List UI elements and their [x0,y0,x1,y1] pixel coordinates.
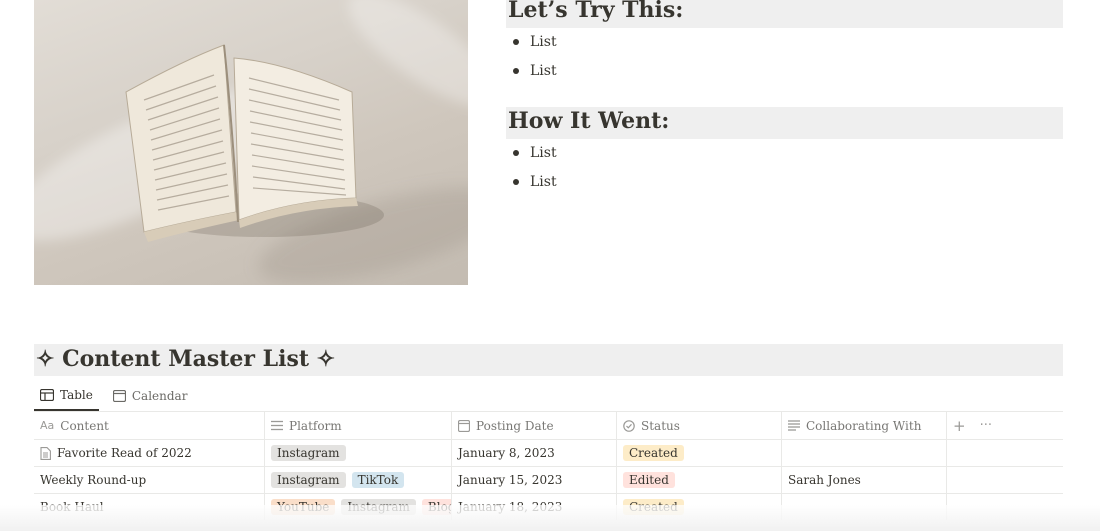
database-table: Aa Content Platform Posting Date Status [34,411,1063,520]
column-header-content[interactable]: Aa Content [34,412,265,439]
bullet-icon [513,68,519,74]
status-icon [623,419,635,432]
platform-tag: Instagram [271,445,346,461]
collab-cell[interactable] [782,440,947,466]
view-tabs: Table Calendar [34,381,201,411]
date-cell[interactable]: January 8, 2023 [452,440,617,466]
posting-date: January 15, 2023 [458,473,563,487]
content-title: Favorite Read of 2022 [57,446,192,460]
more-options-button[interactable]: ··· [980,418,992,433]
database-title[interactable]: ✧ Content Master List ✧ [34,344,1063,376]
column-header-label: Collaborating With [806,418,922,433]
table-row[interactable]: Weekly Round-up Instagram TikTok January… [34,466,1063,493]
list-item[interactable]: List [513,174,557,190]
cover-photo [34,0,468,285]
column-header-collaborating-with[interactable]: Collaborating With [782,412,947,439]
column-header-label: Platform [289,418,342,433]
list-item[interactable]: List [513,34,557,50]
section-heading-lets-try: Let’s Try This: [506,0,1063,28]
empty-cell [947,467,1063,493]
collaborator-name: Sarah Jones [788,473,861,487]
list-item-text: List [530,145,557,161]
collab-cell[interactable]: Sarah Jones [782,467,947,493]
database-title-text: ✧ Content Master List ✧ [36,346,336,372]
bullet-icon [513,39,519,45]
content-title: Weekly Round-up [40,473,147,487]
text-property-icon: Aa [40,419,55,432]
status-cell[interactable]: Created [617,440,782,466]
date-cell[interactable]: January 15, 2023 [452,467,617,493]
table-icon [40,389,54,401]
platform-cell[interactable]: Instagram [265,440,452,466]
column-header-status[interactable]: Status [617,412,782,439]
column-header-label: Posting Date [476,418,554,433]
platform-tag: Instagram [271,472,346,488]
text-lines-icon [788,420,800,431]
platform-cell[interactable]: Instagram TikTok [265,467,452,493]
column-header-label: Status [641,418,680,433]
list-item-text: List [530,63,557,79]
list-item[interactable]: List [513,63,557,79]
multi-select-icon [271,420,283,431]
table-header-row: Aa Content Platform Posting Date Status [34,411,1063,439]
section-heading-text: How It Went: [508,108,670,134]
bullet-icon [513,179,519,185]
section-heading-how-it-went: How It Went: [506,107,1063,139]
column-header-platform[interactable]: Platform [265,412,452,439]
status-cell[interactable]: Edited [617,467,782,493]
column-header-posting-date[interactable]: Posting Date [452,412,617,439]
bullet-icon [513,150,519,156]
tab-label: Table [60,388,93,402]
tab-table[interactable]: Table [34,381,99,411]
platform-tag: TikTok [351,472,405,488]
column-header-label: Content [60,418,109,433]
tab-label: Calendar [131,389,188,403]
tab-calendar[interactable]: Calendar [107,381,194,411]
add-column-button[interactable]: + [953,417,966,435]
open-book-illustration [125,44,384,242]
empty-cell [947,440,1063,466]
posting-date: January 8, 2023 [458,446,555,460]
page-icon [40,446,51,460]
calendar-icon [112,390,126,402]
column-header-actions: + ··· [947,412,1063,439]
status-badge: Edited [623,472,675,488]
content-cell[interactable]: Favorite Read of 2022 [34,440,265,466]
table-row[interactable]: Favorite Read of 2022 Instagram January … [34,439,1063,466]
list-item-text: List [530,34,557,50]
date-icon [458,419,470,432]
section-heading-text: Let’s Try This: [508,0,684,23]
content-cell[interactable]: Weekly Round-up [34,467,265,493]
status-badge: Created [623,445,684,461]
list-item[interactable]: List [513,145,557,161]
list-item-text: List [530,174,557,190]
bottom-scroll-fade [0,505,1100,531]
